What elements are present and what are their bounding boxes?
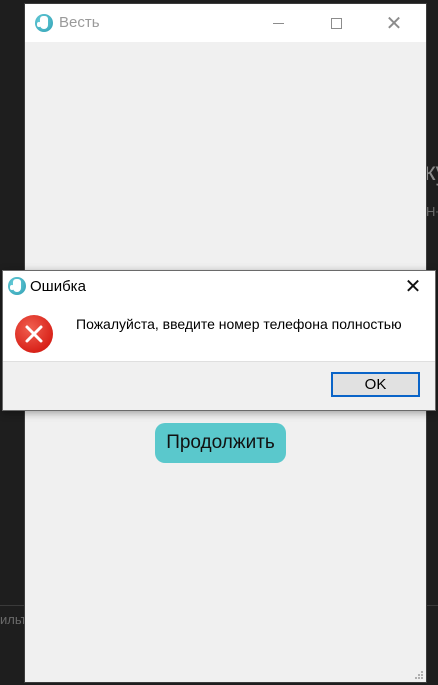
maximize-button[interactable]: [313, 4, 359, 42]
background-divider: [426, 605, 438, 606]
dialog-body: Пожалуйста, введите номер телефона полно…: [3, 301, 435, 361]
resize-grip-icon[interactable]: [414, 670, 424, 680]
dialog-title: Ошибка: [30, 278, 86, 295]
minimize-icon: [272, 22, 284, 24]
continue-button[interactable]: Продолжить: [155, 423, 286, 463]
window-title: Весть: [59, 14, 100, 31]
close-icon: ✕: [404, 274, 422, 298]
hand-pointer-icon: [8, 277, 26, 295]
error-message: Пожалуйста, введите номер телефона полно…: [76, 316, 402, 332]
ok-button[interactable]: OK: [331, 372, 420, 397]
error-dialog: Ошибка ✕ Пожалуйста, введите номер телеф…: [2, 270, 436, 411]
dialog-footer: OK: [3, 361, 435, 410]
background-text-fragment: ку: [424, 156, 438, 186]
background-divider: [0, 605, 25, 606]
close-button[interactable]: ✕: [371, 4, 417, 42]
close-icon: ✕: [385, 11, 403, 35]
background-small-fragment: Н+: [426, 204, 438, 219]
maximize-icon: [330, 17, 342, 29]
minimize-button[interactable]: [255, 4, 301, 42]
hand-pointer-icon: [35, 14, 53, 32]
dialog-close-button[interactable]: ✕: [391, 271, 435, 301]
dialog-titlebar[interactable]: Ошибка ✕: [3, 271, 435, 301]
main-titlebar[interactable]: Весть ✕: [25, 4, 426, 42]
error-icon: [15, 315, 53, 353]
background-left-fragment: ильт: [0, 612, 27, 627]
